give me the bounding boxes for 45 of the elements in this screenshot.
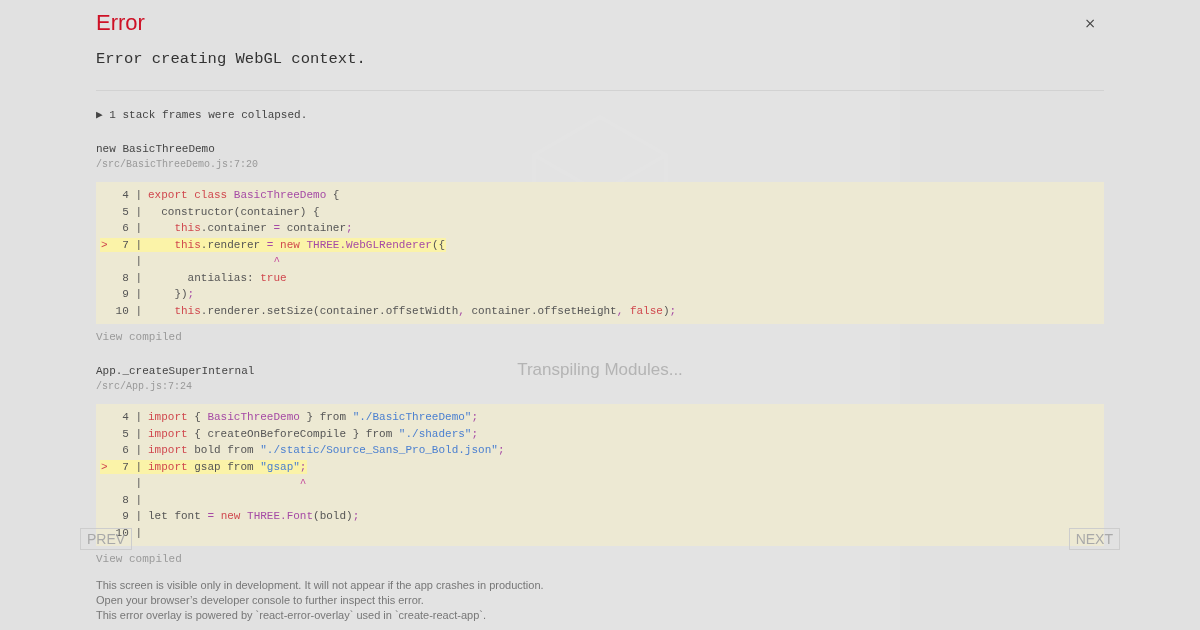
line-number: | bbox=[134, 477, 142, 490]
footer-note: This error overlay is powered by `react-error-overlay` used in `create-react-app`. bbox=[96, 609, 488, 621]
view-compiled-link[interactable]: View compiled bbox=[96, 553, 182, 565]
line-number: 8 | bbox=[121, 493, 142, 506]
line-number: 7 | bbox=[121, 238, 142, 251]
file-location: /src/BasicThreeDemo.js:7:20 bbox=[96, 159, 259, 170]
line-number: 5 | bbox=[121, 205, 142, 218]
code-text: import gsap from "gsap"; bbox=[148, 460, 307, 473]
line-marker: > bbox=[101, 460, 108, 473]
footer-note: This screen is visible only in development. It will not appear if the app crashes in production. bbox=[96, 579, 545, 591]
line-number: 6 | bbox=[121, 222, 142, 235]
code-text: import bold from "./static/Source_Sans_Pro_Bold.json"; bbox=[148, 444, 505, 457]
function-name: App._createSuperInternal bbox=[96, 365, 255, 377]
line-number: | bbox=[134, 255, 142, 268]
line-number: 4 | bbox=[121, 189, 142, 202]
error-title: Error bbox=[96, 10, 145, 36]
code-text: this.renderer.setSize(container.offsetWidth, container.offsetHeight, false); bbox=[173, 304, 677, 317]
code-text: }); bbox=[173, 288, 195, 301]
code-text: this.container = container; bbox=[173, 222, 353, 235]
error-message: Error creating WebGL context. bbox=[96, 50, 367, 68]
function-name: new BasicThreeDemo bbox=[96, 143, 215, 155]
line-number: 10 | bbox=[114, 304, 142, 317]
code-text: import { createOnBeforeCompile } from "./shaders"; bbox=[148, 427, 479, 440]
line-number: 9 | bbox=[121, 510, 142, 523]
code-text: import { BasicThreeDemo } from "./BasicThreeDemo"; bbox=[148, 411, 479, 424]
view-compiled-link[interactable]: View compiled bbox=[96, 331, 182, 343]
line-number: 7 | bbox=[121, 460, 142, 473]
code-text: export class BasicThreeDemo { bbox=[148, 189, 340, 202]
code-text: ^ bbox=[272, 255, 281, 268]
next-button[interactable]: NEXT bbox=[1068, 528, 1120, 550]
close-button[interactable]: × bbox=[1076, 15, 1104, 31]
line-number: 4 | bbox=[121, 411, 142, 424]
line-marker: > bbox=[101, 238, 108, 251]
collapsed-frames-toggle[interactable]: ▶ 1 stack frames were collapsed. bbox=[96, 108, 308, 121]
code-text: let font = new THREE.Font(bold); bbox=[148, 510, 360, 523]
code-text: antialias: true bbox=[186, 271, 287, 284]
code-text: constructor(container) { bbox=[160, 205, 320, 218]
line-number: 9 | bbox=[121, 288, 142, 301]
file-location: /src/App.js:7:24 bbox=[96, 381, 192, 392]
code-text: this.renderer = new THREE.WebGLRenderer({ bbox=[173, 238, 446, 251]
line-number: 5 | bbox=[121, 427, 142, 440]
code-text: ^ bbox=[298, 477, 307, 490]
footer-note: Open your browser’s developer console to further inspect this error. bbox=[96, 594, 425, 606]
line-number: 6 | bbox=[121, 444, 142, 457]
line-number: 8 | bbox=[121, 271, 142, 284]
